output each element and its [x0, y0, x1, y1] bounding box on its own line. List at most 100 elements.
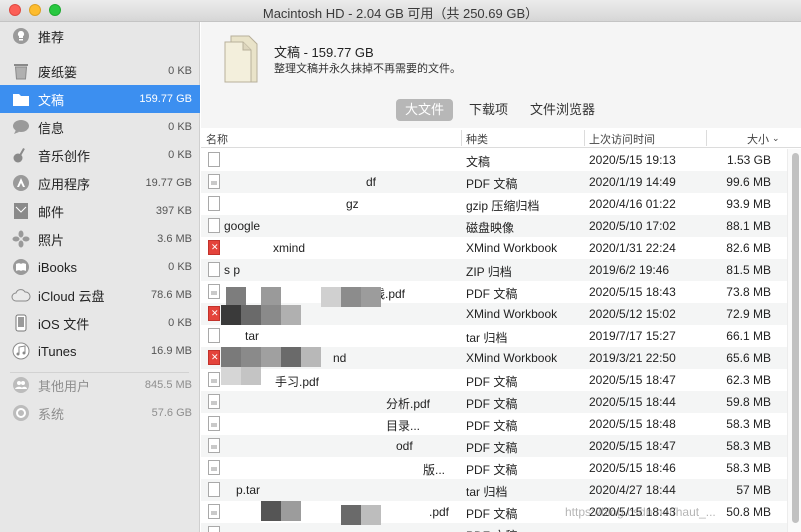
pdf-file-icon [208, 526, 220, 532]
window-title: Macintosh HD - 2.04 GB 可用（共 250.69 GB） [262, 6, 539, 21]
table-row[interactable]: xmind XMind Workbook 2020/1/31 22:24 82.… [201, 237, 787, 259]
table-row[interactable]: odf PDF 文稿 2020/5/15 18:47 58.3 MB [201, 435, 787, 457]
tab-large-files[interactable]: 大文件 [396, 99, 454, 121]
sidebar-item-label: 文稿 [38, 92, 65, 108]
redaction-mask [221, 347, 241, 367]
sidebar-item-mail[interactable]: 邮件 397 KB [0, 197, 200, 225]
table-row[interactable]: p.tar tar 归档 2020/4/27 18:44 57 MB [201, 479, 787, 501]
redaction-mask [261, 305, 281, 325]
sidebar-item-music-creation[interactable]: 音乐创作 0 KB [0, 141, 200, 169]
document-file-icon [208, 152, 220, 167]
tab-file-browser[interactable]: 文件浏览器 [521, 99, 604, 121]
xmind-file-icon [208, 240, 220, 255]
sidebar-item-size: 57.6 GB [151, 407, 192, 419]
archive-file-icon [208, 196, 220, 211]
column-header-kind[interactable]: 种类 [466, 131, 488, 147]
file-kind: tar 归档 [466, 485, 508, 499]
redaction-mask [361, 287, 381, 307]
sidebar-item-label: 邮件 [38, 204, 65, 220]
trash-icon [10, 60, 32, 82]
gear-icon [10, 402, 32, 424]
file-name: xmind [273, 241, 306, 255]
sidebar-item-trash[interactable]: 废纸篓 0 KB [0, 57, 200, 85]
redaction-mask [261, 347, 281, 367]
table-row[interactable]: PDF 文稿 [201, 523, 787, 532]
table-row[interactable]: google 磁盘映像 2020/5/10 17:02 88.1 MB [201, 215, 787, 237]
file-date: 2020/1/19 14:49 [589, 175, 676, 189]
disk-image-file-icon [208, 218, 220, 233]
file-date: 2019/6/2 19:46 [589, 263, 670, 277]
folder-icon [10, 88, 32, 110]
file-date: 2020/5/15 19:13 [589, 153, 676, 167]
users-icon [10, 374, 32, 396]
table-row[interactable]: 目录... PDF 文稿 2020/5/15 18:48 58.3 MB [201, 413, 787, 435]
file-kind: ZIP 归档 [466, 265, 512, 279]
sidebar-item-applications[interactable]: 应用程序 19.77 GB [0, 169, 200, 197]
sidebar-item-itunes[interactable]: iTunes 16.9 MB [0, 337, 200, 365]
column-header-name[interactable]: 名称 [206, 131, 228, 147]
title-bar: Macintosh HD - 2.04 GB 可用（共 250.69 GB） [0, 0, 801, 22]
file-name: nd [333, 351, 347, 365]
redaction-mask [301, 347, 321, 367]
sidebar-item-documents[interactable]: 文稿 159.77 GB [0, 85, 200, 113]
table-row[interactable]: 手习.pdf PDF 文稿 2020/5/15 18:47 62.3 MB [201, 369, 787, 391]
file-size: 99.6 MB [726, 175, 771, 189]
sidebar-item-ios-files[interactable]: iOS 文件 0 KB [0, 309, 200, 337]
pdf-file-icon [208, 438, 220, 453]
sidebar-item-size: 159.77 GB [139, 93, 192, 105]
xmind-file-icon [208, 306, 220, 321]
file-date: 2020/4/27 18:44 [589, 483, 676, 497]
file-name: 分析.pdf [386, 397, 431, 411]
file-name: df [366, 175, 377, 189]
photos-icon [10, 228, 32, 250]
scrollbar[interactable] [787, 149, 801, 532]
scrollbar-thumb[interactable] [792, 153, 799, 523]
sidebar-item-other-users[interactable]: 其他用户 845.5 MB [0, 371, 200, 399]
table-row[interactable]: 践.pdf PDF 文稿 2020/5/15 18:43 73.8 MB [201, 281, 787, 303]
tab-downloads[interactable]: 下载项 [460, 99, 517, 121]
table-row[interactable]: 分析.pdf PDF 文稿 2020/5/15 18:44 59.8 MB [201, 391, 787, 413]
sidebar-item-icloud[interactable]: iCloud 云盘 78.6 MB [0, 281, 200, 309]
redaction-mask [241, 347, 261, 367]
file-kind: PDF 文稿 [466, 375, 518, 389]
sidebar-item-label: 系统 [38, 406, 65, 422]
sidebar-item-system[interactable]: 系统 57.6 GB [0, 399, 200, 427]
table-row[interactable]: 文稿 2020/5/15 19:13 1.53 GB [201, 149, 787, 171]
redaction-mask [281, 347, 301, 367]
table-row[interactable]: df PDF 文稿 2020/1/19 14:49 99.6 MB [201, 171, 787, 193]
file-date: 2020/5/15 18:43 [589, 285, 676, 299]
sidebar-item-recommendations[interactable]: 推荐 [0, 22, 200, 50]
table-row[interactable]: tar tar 归档 2019/7/17 15:27 66.1 MB [201, 325, 787, 347]
table-row[interactable]: gz gzip 压缩归档 2020/4/16 01:22 93.9 MB [201, 193, 787, 215]
sidebar-item-messages[interactable]: 信息 0 KB [0, 113, 200, 141]
file-size: 81.5 MB [726, 263, 771, 277]
sidebar-item-photos[interactable]: 照片 3.6 MB [0, 225, 200, 253]
file-kind: PDF 文稿 [466, 527, 517, 532]
book-icon [10, 256, 32, 278]
file-kind: XMind Workbook [466, 307, 558, 321]
file-name: tar [245, 329, 260, 343]
sidebar-item-size: 0 KB [168, 65, 192, 77]
redaction-mask [281, 305, 301, 325]
column-header-last-opened[interactable]: 上次访问时间 [589, 131, 655, 147]
sidebar-item-label: iCloud 云盘 [38, 288, 105, 304]
column-header-size[interactable]: 大小 [747, 131, 769, 147]
file-name: google [224, 219, 261, 233]
sidebar-item-label: 废纸篓 [38, 64, 78, 80]
file-size: 62.3 MB [726, 373, 771, 387]
file-kind: PDF 文稿 [466, 177, 518, 191]
sidebar-item-label: 推荐 [38, 29, 65, 45]
sidebar-item-ibooks[interactable]: iBooks 0 KB [0, 253, 200, 281]
table-row[interactable]: 版... PDF 文稿 2020/5/15 18:46 58.3 MB [201, 457, 787, 479]
file-size: 66.1 MB [726, 329, 771, 343]
sidebar-item-label: 信息 [38, 120, 65, 136]
file-name: p.tar [236, 483, 261, 497]
pdf-file-icon [208, 460, 220, 475]
file-name: s p [224, 263, 241, 277]
archive-file-icon [208, 482, 220, 497]
pdf-file-icon [208, 174, 220, 189]
column-divider [461, 130, 462, 146]
file-kind: PDF 文稿 [466, 441, 518, 455]
pdf-file-icon [208, 394, 220, 409]
table-row[interactable]: s p ZIP 归档 2019/6/2 19:46 81.5 MB [201, 259, 787, 281]
